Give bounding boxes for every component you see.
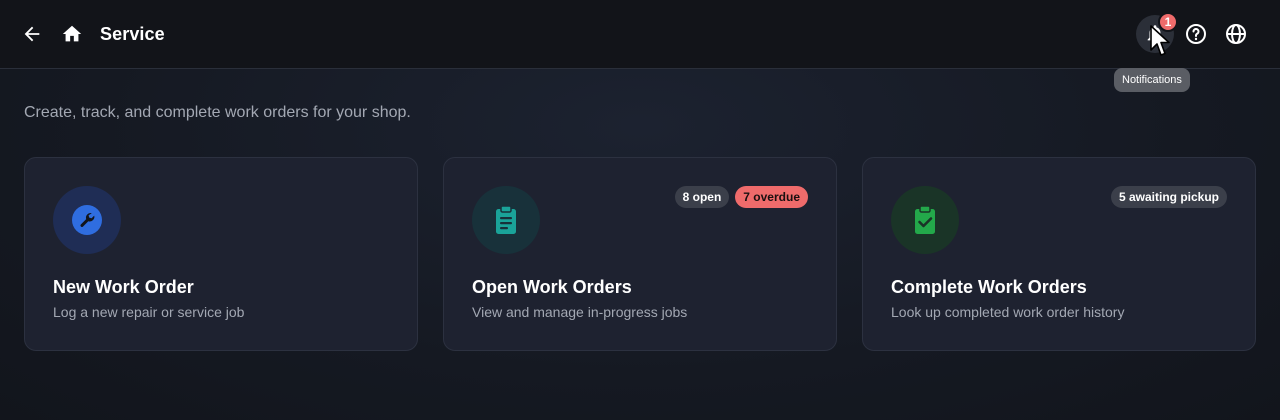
overdue-count-badge: 7 overdue <box>735 186 808 208</box>
back-button[interactable] <box>18 20 46 48</box>
card-icon-circle <box>891 186 959 254</box>
globe-icon <box>1226 24 1246 44</box>
help-button[interactable] <box>1182 20 1210 48</box>
help-circle-icon <box>1186 24 1206 44</box>
new-work-order-card[interactable]: New Work Order Log a new repair or servi… <box>24 157 418 351</box>
language-button[interactable] <box>1222 20 1250 48</box>
card-description: View and manage in-progress jobs <box>472 304 688 320</box>
page-title: Service <box>100 24 165 44</box>
card-title: New Work Order <box>53 277 194 297</box>
top-bar: Service 1 <box>0 0 1280 69</box>
card-title: Open Work Orders <box>472 277 632 297</box>
clipboard-check-icon <box>915 205 935 234</box>
clipboard-list-icon <box>496 205 516 234</box>
open-work-orders-card[interactable]: 8 open 7 overdue Open Work Orders View a… <box>443 157 837 351</box>
page-subtitle: Create, track, and complete work orders … <box>24 104 411 121</box>
home-button[interactable] <box>58 20 86 48</box>
mouse-cursor-icon <box>1150 25 1170 56</box>
card-title: Complete Work Orders <box>891 277 1087 297</box>
wrench-icon <box>72 205 102 235</box>
arrow-left-icon <box>24 26 40 42</box>
card-badges: 5 awaiting pickup <box>1110 186 1227 208</box>
card-icon-circle <box>53 186 121 254</box>
card-icon-circle <box>472 186 540 254</box>
complete-work-orders-card[interactable]: 5 awaiting pickup Complete Work Orders L… <box>862 157 1256 351</box>
open-count-badge: 8 open <box>674 186 730 208</box>
card-description: Log a new repair or service job <box>53 304 245 320</box>
card-badges: 8 open 7 overdue <box>674 186 808 208</box>
notifications-tooltip: Notifications <box>1114 68 1190 92</box>
awaiting-pickup-badge: 5 awaiting pickup <box>1110 186 1227 208</box>
home-icon <box>62 25 82 42</box>
card-description: Look up completed work order history <box>891 304 1125 320</box>
